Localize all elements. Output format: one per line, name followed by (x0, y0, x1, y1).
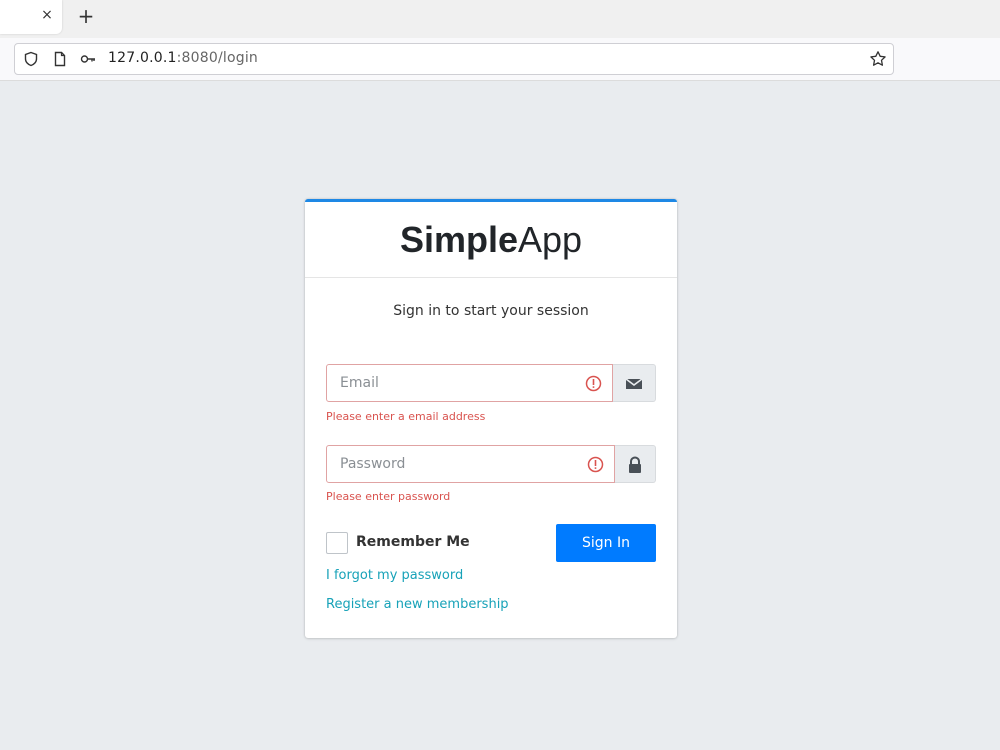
password-addon (615, 445, 656, 483)
password-field-wrapper (326, 445, 615, 483)
envelope-icon (625, 378, 643, 389)
shield-icon[interactable] (23, 51, 39, 67)
email-error-text: Please enter a email address (326, 410, 486, 423)
close-tab-icon[interactable]: × (40, 8, 54, 22)
register-link[interactable]: Register a new membership (326, 597, 509, 612)
app-logo[interactable]: SimpleApp (305, 220, 677, 260)
address-bar[interactable]: 127.0.0.1:8080/login (14, 43, 894, 75)
error-icon (587, 456, 604, 473)
logo-bold-text: Simple (399, 219, 518, 260)
login-subtitle: Sign in to start your session (393, 303, 589, 319)
lock-icon (629, 456, 641, 473)
email-addon (613, 364, 656, 402)
password-input[interactable] (327, 446, 590, 482)
url-text[interactable]: 127.0.0.1:8080/login (108, 50, 258, 66)
email-field-wrapper (326, 364, 613, 402)
forgot-password-link[interactable]: I forgot my password (326, 568, 463, 583)
email-input-group (326, 364, 656, 402)
login-card-header: SimpleApp (305, 202, 677, 278)
password-input-group (326, 445, 656, 483)
page-icon[interactable] (52, 51, 68, 67)
browser-tab-bar: × + (0, 0, 1000, 39)
sign-in-button[interactable]: Sign In (556, 524, 656, 562)
key-icon[interactable] (80, 51, 96, 67)
logo-light-text: App (517, 219, 583, 260)
login-card: SimpleApp Sign in to start your session … (305, 199, 677, 638)
browser-toolbar: 127.0.0.1:8080/login (0, 38, 1000, 81)
password-error-text: Please enter password (326, 490, 451, 503)
url-host: 127.0.0.1 (108, 50, 177, 66)
browser-tab[interactable]: × (0, 0, 62, 34)
remember-me-label[interactable]: Remember Me (356, 534, 470, 550)
email-input[interactable] (327, 365, 590, 401)
bookmark-star-icon[interactable] (869, 50, 887, 68)
url-path: :8080/login (176, 50, 258, 66)
error-icon (585, 375, 602, 392)
remember-me-checkbox[interactable] (326, 532, 348, 554)
new-tab-button[interactable]: + (76, 6, 96, 26)
